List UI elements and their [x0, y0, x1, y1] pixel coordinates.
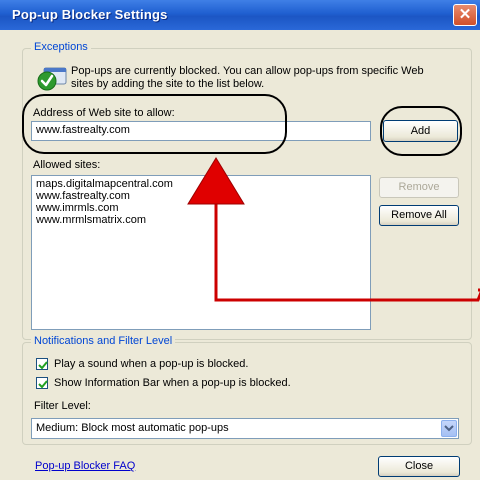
- popup-blocker-dialog: Pop-up Blocker Settings ✕ Exceptions Pop…: [0, 0, 480, 480]
- annotation-arrow: [187, 157, 480, 302]
